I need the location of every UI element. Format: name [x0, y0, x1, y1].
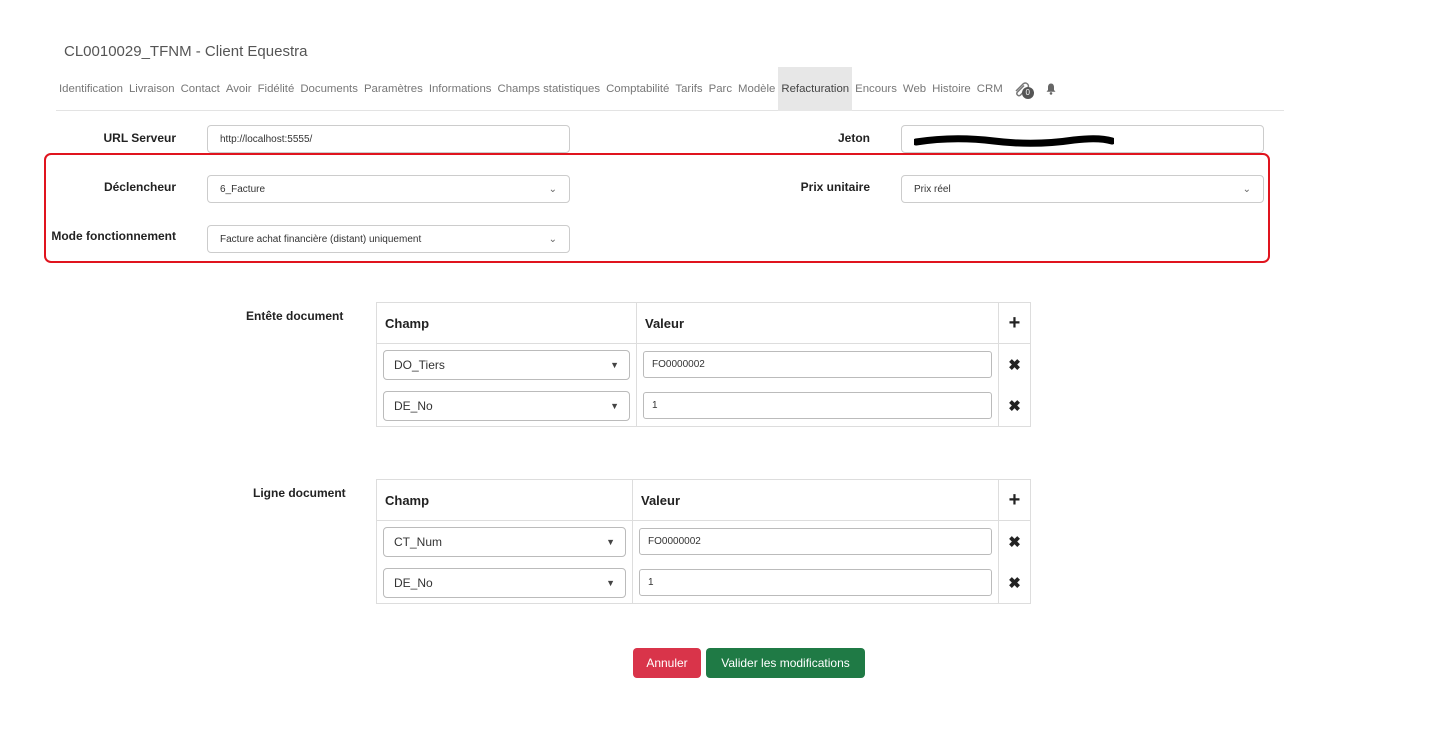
- valeur-cell: FO0000002: [637, 344, 999, 385]
- caret-down-icon: ▼: [610, 400, 619, 411]
- champ-select[interactable]: CT_Num ▼: [383, 526, 626, 557]
- tab-informations[interactable]: Informations: [426, 67, 495, 111]
- chevron-down-icon: ⌄: [1242, 183, 1251, 195]
- mode-fonctionnement-label: Mode fonctionnement: [51, 229, 176, 243]
- table-row: DE_No ▼ 1 ✖: [377, 385, 1030, 426]
- prix-unitaire-select[interactable]: Prix réel ⌄: [901, 175, 1264, 203]
- valeur-input[interactable]: 1: [643, 392, 992, 419]
- prix-unitaire-value: Prix réel: [914, 183, 951, 195]
- caret-down-icon: ▼: [606, 536, 615, 547]
- tab-contact[interactable]: Contact: [178, 67, 223, 111]
- column-header-valeur: Valeur: [633, 480, 999, 520]
- valeur-input[interactable]: FO0000002: [639, 528, 992, 555]
- valeur-input[interactable]: 1: [639, 569, 992, 596]
- tab-comptabilite[interactable]: Comptabilité: [603, 67, 672, 111]
- valeur-input[interactable]: FO0000002: [643, 351, 992, 378]
- cancel-button[interactable]: Annuler: [633, 648, 701, 678]
- save-button[interactable]: Valider les modifications: [706, 648, 865, 678]
- champ-select[interactable]: DE_No ▼: [383, 390, 630, 421]
- paperclip-icon[interactable]: 0: [1012, 67, 1034, 111]
- champ-value: DO_Tiers: [394, 357, 445, 372]
- tab-parametres[interactable]: Paramètres: [361, 67, 426, 111]
- table-row: DO_Tiers ▼ FO0000002 ✖: [377, 344, 1030, 385]
- tab-identification[interactable]: Identification: [56, 67, 126, 111]
- tab-refacturation[interactable]: Refacturation: [778, 66, 853, 111]
- valeur-cell: 1: [637, 385, 999, 426]
- champ-cell: DO_Tiers ▼: [377, 344, 637, 385]
- column-header-valeur: Valeur: [637, 303, 999, 343]
- column-header-champ: Champ: [377, 480, 633, 520]
- tab-histoire[interactable]: Histoire: [929, 67, 974, 111]
- champ-select[interactable]: DE_No ▼: [383, 567, 626, 598]
- url-serveur-label: URL Serveur: [103, 131, 176, 145]
- chevron-down-icon: ⌄: [548, 233, 557, 245]
- tab-avoir[interactable]: Avoir: [223, 67, 255, 111]
- champ-cell: DE_No ▼: [377, 562, 633, 603]
- tab-tarifs[interactable]: Tarifs: [672, 67, 705, 111]
- chevron-down-icon: ⌄: [548, 183, 557, 195]
- tab-bar: Identification Livraison Contact Avoir F…: [56, 66, 1284, 111]
- delete-row-icon[interactable]: ✖: [999, 521, 1030, 562]
- declencheur-select[interactable]: 6_Facture ⌄: [207, 175, 570, 203]
- url-serveur-input[interactable]: http://localhost:5555/: [207, 125, 570, 153]
- champ-value: CT_Num: [394, 534, 443, 549]
- page-title: CL0010029_TFNM - Client Equestra: [64, 43, 308, 60]
- champ-cell: DE_No ▼: [377, 385, 637, 426]
- valeur-cell: FO0000002: [633, 521, 999, 562]
- tab-fidelite[interactable]: Fidélité: [255, 67, 298, 111]
- tab-web[interactable]: Web: [900, 67, 929, 111]
- tab-crm[interactable]: CRM: [974, 67, 1006, 111]
- table-header: Champ Valeur +: [377, 303, 1030, 344]
- attachments-count-badge: 0: [1021, 86, 1034, 99]
- tab-encours[interactable]: Encours: [852, 67, 900, 111]
- declencheur-label: Déclencheur: [103, 180, 176, 194]
- champ-value: DE_No: [394, 575, 433, 590]
- champ-select[interactable]: DO_Tiers ▼: [383, 349, 630, 380]
- champ-cell: CT_Num ▼: [377, 521, 633, 562]
- champ-value: DE_No: [394, 398, 433, 413]
- column-header-champ: Champ: [377, 303, 637, 343]
- ligne-document-label: Ligne document: [253, 486, 346, 500]
- plus-icon[interactable]: +: [999, 303, 1030, 343]
- redaction-scribble: [914, 135, 1114, 147]
- entete-document-table: Champ Valeur + DO_Tiers ▼ FO0000002 ✖ DE…: [376, 302, 1031, 427]
- bell-icon[interactable]: [1046, 67, 1056, 111]
- bell-icon-glyph: [1046, 83, 1056, 95]
- delete-row-icon[interactable]: ✖: [999, 344, 1030, 385]
- valeur-cell: 1: [633, 562, 999, 603]
- jeton-label: Jeton: [837, 131, 870, 145]
- plus-icon[interactable]: +: [999, 480, 1030, 520]
- declencheur-value: 6_Facture: [220, 183, 266, 195]
- caret-down-icon: ▼: [610, 359, 619, 370]
- tab-parc[interactable]: Parc: [706, 67, 735, 111]
- entete-document-label: Entête document: [246, 309, 344, 323]
- table-row: CT_Num ▼ FO0000002 ✖: [377, 521, 1030, 562]
- ligne-document-table: Champ Valeur + CT_Num ▼ FO0000002 ✖ DE_N…: [376, 479, 1031, 604]
- table-header: Champ Valeur +: [377, 480, 1030, 521]
- tab-champs-statistiques[interactable]: Champs statistiques: [495, 67, 604, 111]
- prix-unitaire-label: Prix unitaire: [800, 180, 870, 194]
- delete-row-icon[interactable]: ✖: [999, 562, 1030, 603]
- mode-fonctionnement-select[interactable]: Facture achat financière (distant) uniqu…: [207, 225, 570, 253]
- tab-documents[interactable]: Documents: [297, 67, 361, 111]
- delete-row-icon[interactable]: ✖: [999, 385, 1030, 426]
- tab-modele[interactable]: Modèle: [735, 67, 778, 111]
- caret-down-icon: ▼: [606, 577, 615, 588]
- tab-livraison[interactable]: Livraison: [126, 67, 178, 111]
- mode-fonctionnement-value: Facture achat financière (distant) uniqu…: [220, 233, 422, 245]
- table-row: DE_No ▼ 1 ✖: [377, 562, 1030, 603]
